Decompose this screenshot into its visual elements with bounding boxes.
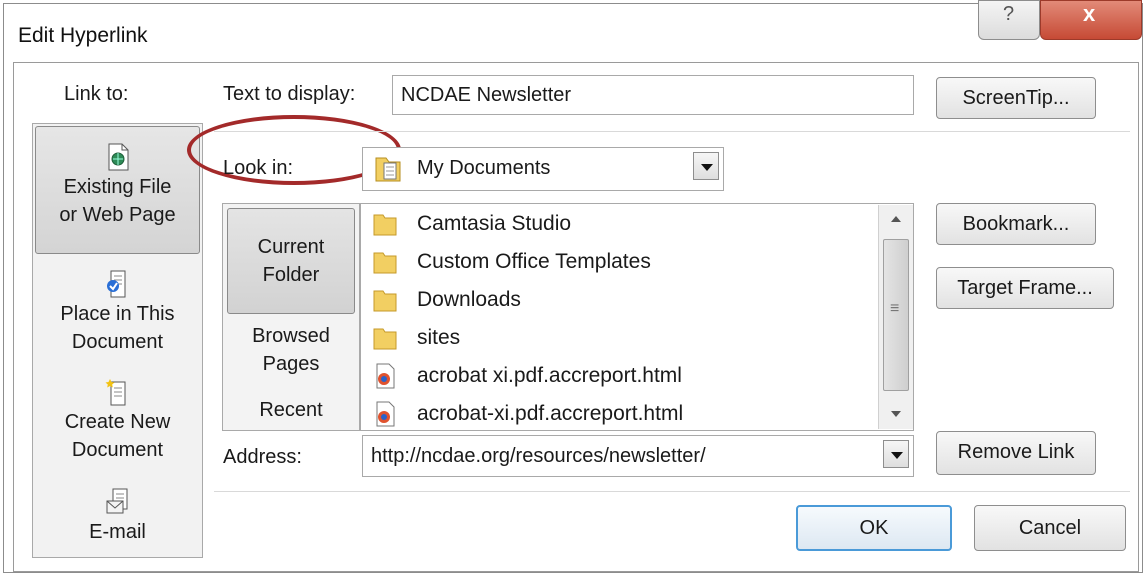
location-nav: Current Folder Browsed Pages Recent <box>222 203 360 431</box>
file-list-scrollbar[interactable] <box>878 205 913 429</box>
link-to-bar: Existing File or Web Page Place in This … <box>32 123 203 558</box>
link-to-label: Link to: <box>64 83 129 105</box>
scroll-down-arrow[interactable] <box>879 399 913 429</box>
folder-icon <box>373 252 397 274</box>
bookmark-button[interactable]: Bookmark... <box>936 203 1096 245</box>
address-label: Address: <box>223 446 302 468</box>
remove-link-button[interactable]: Remove Link <box>936 431 1096 475</box>
separator <box>214 131 1130 132</box>
close-icon: x <box>1083 1 1096 26</box>
look-in-dropdown[interactable]: My Documents <box>362 147 724 191</box>
existing-file-line1: Existing File <box>63 176 172 198</box>
folder-icon <box>373 328 397 350</box>
file-name: Camtasia Studio <box>417 212 572 235</box>
link-to-place-in-document[interactable]: Place in This Document <box>35 270 200 356</box>
place-line2: Document <box>71 331 164 353</box>
help-icon: ? <box>1003 3 1015 25</box>
address-value: http://ncdae.org/resources/newsletter/ <box>371 445 706 467</box>
email-icon <box>106 488 127 514</box>
text-to-display-label: Text to display: <box>223 83 356 105</box>
folder-icon <box>373 214 397 236</box>
look-in-dropdown-arrow[interactable] <box>693 152 719 180</box>
file-name: acrobat-xi.pdf.accreport.html <box>417 402 684 425</box>
create-new-line2: Document <box>71 439 164 461</box>
nav-browsed-line1: Browsed <box>252 325 330 347</box>
edit-hyperlink-dialog: Edit Hyperlink ? x Link to: Existing Fil… <box>3 0 1143 573</box>
scroll-thumb[interactable] <box>883 239 909 391</box>
link-to-create-new[interactable]: Create New Document <box>35 378 200 464</box>
html-file-icon <box>376 363 395 389</box>
place-doc-icon <box>106 270 125 298</box>
nav-current-folder[interactable]: Current Folder <box>227 208 355 314</box>
file-name: Downloads <box>417 288 521 311</box>
globe-doc-icon <box>108 143 128 171</box>
folder-icon <box>373 290 397 312</box>
close-button[interactable]: x <box>1040 0 1142 40</box>
link-to-existing-file[interactable]: Existing File or Web Page <box>35 126 200 254</box>
file-name: sites <box>417 326 461 349</box>
dialog-title: Edit Hyperlink <box>18 24 148 47</box>
look-in-label: Look in: <box>223 157 294 179</box>
cancel-button[interactable]: Cancel <box>974 505 1126 551</box>
scroll-up-arrow[interactable] <box>879 205 913 235</box>
separator <box>214 491 1130 492</box>
screentip-button[interactable]: ScreenTip... <box>936 77 1096 119</box>
place-line1: Place in This <box>60 303 175 325</box>
file-name: Custom Office Templates <box>417 250 651 273</box>
html-file-icon <box>376 401 395 427</box>
nav-recent-line1: Recent <box>259 399 323 421</box>
help-button[interactable]: ? <box>978 0 1040 40</box>
email-label: E-mail <box>89 521 146 543</box>
nav-current-line1: Current <box>257 236 325 258</box>
nav-recent[interactable]: Recent <box>227 396 355 424</box>
file-list: Camtasia Studio Custom Office Templates … <box>360 203 914 431</box>
dialog-body: Link to: Existing File or Web Page Place… <box>13 62 1139 572</box>
look-in-value: My Documents <box>417 157 551 179</box>
ok-button[interactable]: OK <box>796 505 952 551</box>
nav-browsed-pages[interactable]: Browsed Pages <box>227 322 355 378</box>
my-documents-icon <box>375 157 401 182</box>
nav-current-line2: Folder <box>262 264 320 286</box>
new-doc-icon <box>105 379 125 406</box>
nav-browsed-line2: Pages <box>262 353 320 375</box>
file-name: acrobat xi.pdf.accreport.html <box>417 364 682 387</box>
text-to-display-input[interactable]: NCDAE Newsletter <box>392 75 914 115</box>
address-input[interactable]: http://ncdae.org/resources/newsletter/ <box>362 435 914 477</box>
create-new-line1: Create New <box>64 411 171 433</box>
existing-file-line2: or Web Page <box>59 204 176 226</box>
link-to-email[interactable]: E-mail <box>35 488 200 546</box>
target-frame-button[interactable]: Target Frame... <box>936 267 1114 309</box>
address-dropdown-arrow[interactable] <box>883 440 909 468</box>
